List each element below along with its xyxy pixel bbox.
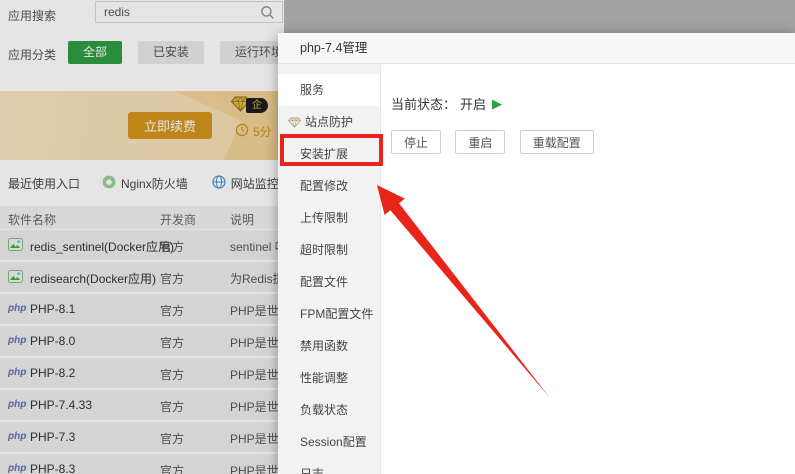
developer: 官方	[160, 270, 184, 287]
screen: 应用搜索 应用分类 全部 已安装 运行环境 立即续费 企	[0, 0, 795, 474]
reload-config-button[interactable]: 重载配置	[520, 130, 594, 154]
php-icon: php	[8, 367, 26, 378]
site-monitor-icon	[212, 175, 226, 192]
docker-app-icon	[8, 270, 23, 286]
sidebar-item-8[interactable]: 禁用函数	[278, 330, 380, 362]
sidebar-item-9[interactable]: 性能调整	[278, 362, 380, 394]
category-all-button[interactable]: 全部	[68, 41, 122, 64]
recent-entries-label: 最近使用入口	[8, 175, 80, 192]
php-icon: php	[8, 399, 26, 410]
sidebar-item-label: 站点防护	[305, 106, 353, 138]
search-input[interactable]	[96, 2, 272, 22]
developer: 官方	[160, 398, 184, 415]
category-installed-button[interactable]: 已安装	[138, 41, 204, 64]
sidebar-item-1[interactable]: 站点防护	[278, 106, 380, 138]
status-label: 当前状态：	[391, 94, 456, 113]
modal-content: 当前状态：开启 ▶ 停止 重启 重载配置	[381, 64, 795, 474]
service-buttons: 停止 重启 重载配置	[391, 130, 795, 154]
software-name: PHP-8.2	[30, 366, 75, 380]
vip-ribbon-label: 企	[246, 98, 268, 113]
sidebar-item-2[interactable]: 安装扩展	[278, 138, 380, 170]
modal-body: 服务站点防护安装扩展配置修改上传限制超时限制配置文件FPM配置文件禁用函数性能调…	[278, 64, 795, 474]
modal-title: php-7.4管理	[278, 33, 795, 64]
description: 为Redis提	[230, 270, 285, 287]
sidebar-item-11[interactable]: Session配置	[278, 426, 380, 458]
nginx-firewall-link[interactable]: Nginx防火墙	[102, 175, 188, 192]
software-name: PHP-8.0	[30, 334, 75, 348]
developer: 官方	[160, 462, 184, 474]
col-software-name: 软件名称	[8, 211, 56, 228]
sidebar-item-label: 日志	[300, 458, 324, 474]
developer: 官方	[160, 238, 184, 255]
sidebar-item-label: 配置文件	[300, 266, 348, 298]
col-description: 说明	[230, 211, 254, 228]
docker-app-icon	[8, 238, 23, 254]
sidebar-item-7[interactable]: FPM配置文件	[278, 298, 380, 330]
search-label: 应用搜索	[8, 7, 56, 24]
nginx-firewall-icon	[102, 175, 116, 192]
sidebar-item-label: 禁用函数	[300, 330, 348, 362]
stop-button[interactable]: 停止	[391, 130, 441, 154]
sidebar-item-label: Session配置	[300, 426, 367, 458]
sidebar-item-label: 服务	[300, 74, 324, 106]
php-icon: php	[8, 463, 26, 474]
sidebar-item-0[interactable]: 服务	[278, 74, 380, 106]
sidebar-item-3[interactable]: 配置修改	[278, 170, 380, 202]
nginx-firewall-label: Nginx防火墙	[121, 175, 188, 192]
php-manage-modal: php-7.4管理 服务站点防护安装扩展配置修改上传限制超时限制配置文件FPM配…	[278, 33, 795, 474]
sidebar-item-12[interactable]: 日志	[278, 458, 380, 474]
developer: 官方	[160, 366, 184, 383]
php-icon: php	[8, 335, 26, 346]
sidebar-item-label: 超时限制	[300, 234, 348, 266]
sidebar-item-label: 负载状态	[300, 394, 348, 426]
col-developer: 开发商	[160, 211, 196, 228]
sidebar-item-5[interactable]: 超时限制	[278, 234, 380, 266]
gem-icon	[288, 117, 301, 128]
developer: 官方	[160, 302, 184, 319]
sidebar-item-label: 安装扩展	[300, 138, 348, 170]
modal-sidebar-menu: 服务站点防护安装扩展配置修改上传限制超时限制配置文件FPM配置文件禁用函数性能调…	[278, 64, 381, 474]
sidebar-item-6[interactable]: 配置文件	[278, 266, 380, 298]
sidebar-item-label: 配置修改	[300, 170, 348, 202]
countdown-label: 5分	[253, 123, 272, 140]
sidebar-item-label: 性能调整	[300, 362, 348, 394]
category-tabs: 全部 已安装 运行环境	[68, 41, 298, 64]
software-name: redis_sentinel(Docker应用)	[30, 238, 174, 255]
restart-button[interactable]: 重启	[455, 130, 505, 154]
sidebar-item-10[interactable]: 负载状态	[278, 394, 380, 426]
vip-badge: 企	[231, 96, 268, 115]
developer: 官方	[160, 334, 184, 351]
status-value: 开启	[460, 94, 486, 113]
status-line: 当前状态：开启 ▶	[391, 94, 795, 113]
renew-now-button[interactable]: 立即续费	[128, 112, 212, 139]
developer: 官方	[160, 430, 184, 447]
software-name: PHP-7.3	[30, 430, 75, 444]
software-name: PHP-8.3	[30, 462, 75, 474]
clock-icon	[235, 123, 249, 140]
sidebar-item-label: 上传限制	[300, 202, 348, 234]
php-icon: php	[8, 303, 26, 314]
sidebar-item-label: FPM配置文件	[300, 298, 373, 330]
search-icon[interactable]	[260, 5, 275, 23]
countdown: 5分	[235, 123, 272, 140]
software-name: PHP-7.4.33	[30, 398, 92, 412]
software-name: PHP-8.1	[30, 302, 75, 316]
search-input-wrap	[95, 1, 283, 23]
sidebar-item-4[interactable]: 上传限制	[278, 202, 380, 234]
software-name: redisearch(Docker应用)	[30, 270, 156, 287]
play-icon: ▶	[492, 96, 502, 112]
php-icon: php	[8, 431, 26, 442]
category-label: 应用分类	[8, 46, 56, 63]
